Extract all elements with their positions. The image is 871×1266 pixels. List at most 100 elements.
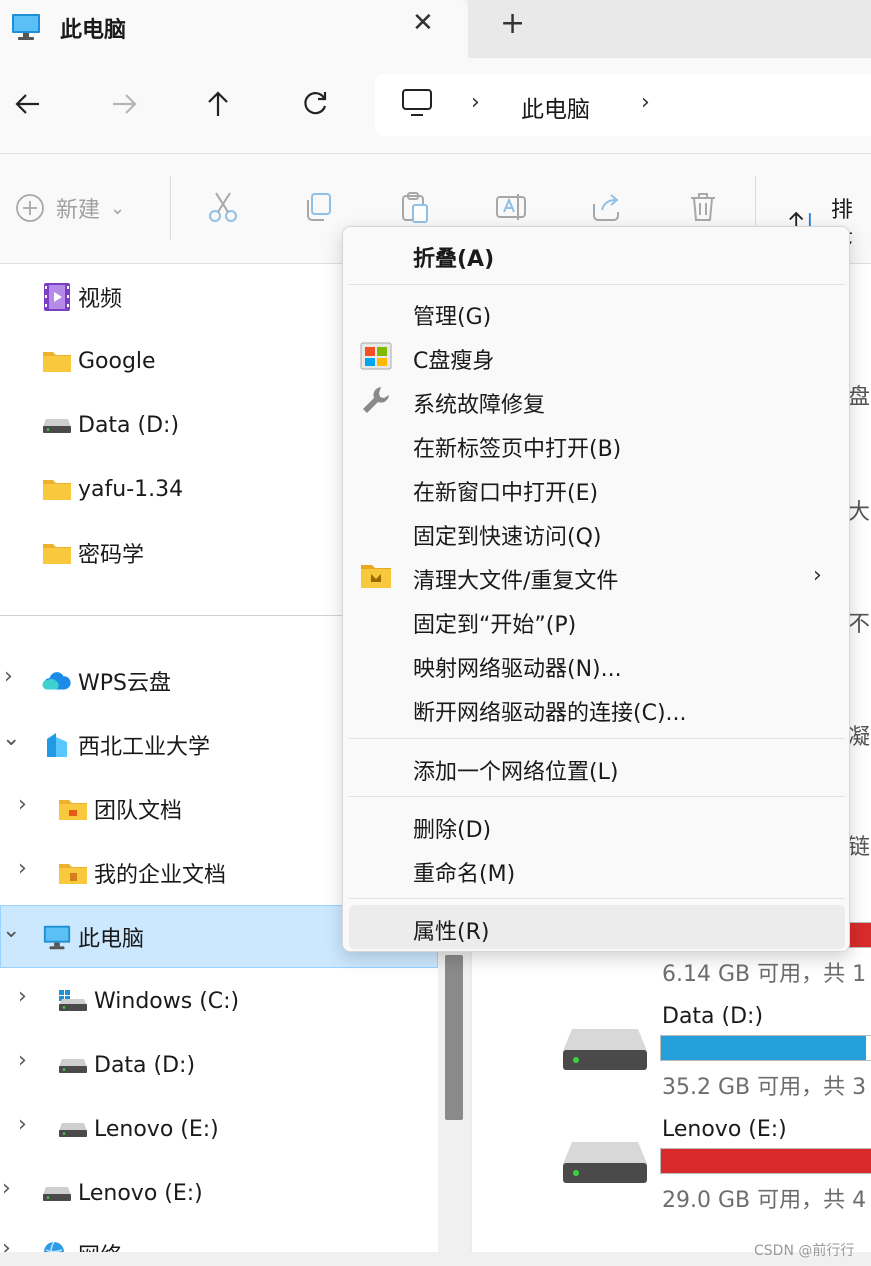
nav-item-label: Data (D:) — [78, 412, 180, 438]
folder-icon — [42, 474, 72, 504]
hidden-text-fragment: 凝 — [848, 725, 871, 750]
drive-icon — [58, 1050, 88, 1080]
org-icon — [42, 730, 72, 760]
hidden-text-fragment: 链 — [848, 835, 871, 860]
expand-chevron-icon[interactable]: › — [18, 856, 27, 881]
hidden-text-fragment: 不 — [848, 612, 871, 637]
drive-name-e[interactable]: Lenovo (E:) — [662, 1117, 787, 1142]
nav-item-label: 西北工业大学 — [78, 735, 211, 760]
expand-chevron-icon[interactable]: › — [2, 1176, 11, 1201]
drive-free-space-c: 6.14 GB 可用，共 1 — [662, 962, 867, 987]
collapse-chevron-icon[interactable]: ⌄ — [2, 726, 20, 751]
nav-item-data-d-tree[interactable]: Data (D:) — [58, 1045, 195, 1085]
nav-item-yafu[interactable]: yafu-1.34 — [42, 469, 183, 509]
cleanup-folder-icon — [361, 565, 391, 588]
cut-icon[interactable] — [206, 190, 240, 224]
pc-icon — [10, 12, 42, 46]
refresh-icon — [304, 92, 327, 115]
menu-item-manage[interactable]: 管理(G) — [413, 299, 491, 331]
new-label: 新建 — [56, 198, 101, 223]
toolbar-divider — [170, 176, 171, 240]
wrench-icon — [363, 387, 389, 413]
arrow-right-icon — [113, 94, 137, 114]
menu-item-c-drive-slim[interactable]: C盘瘦身 — [413, 343, 494, 375]
nav-item-data-d[interactable]: Data (D:) — [42, 405, 179, 445]
nav-item-label: Lenovo (E:) — [94, 1116, 219, 1142]
menu-item-add-network-location[interactable]: 添加一个网络位置(L) — [413, 754, 618, 786]
nav-item-google[interactable]: Google — [42, 341, 156, 381]
nav-item-nwpu[interactable]: 西北工业大学 — [42, 725, 210, 765]
share-icon[interactable] — [590, 190, 624, 224]
menu-item-clean-large-files[interactable]: 清理大文件/重复文件 — [413, 563, 618, 595]
hard-drive-icon[interactable] — [562, 1026, 648, 1072]
windows-drive-icon — [58, 986, 88, 1016]
nav-item-videos[interactable]: 视频 — [42, 277, 122, 317]
expand-chevron-icon[interactable]: › — [18, 792, 27, 817]
paste-icon[interactable] — [398, 190, 432, 224]
nav-item-label: 密码学 — [78, 543, 145, 568]
plus-circle-icon — [16, 194, 44, 222]
drive-icon — [58, 1114, 88, 1144]
menu-item-map-network-drive[interactable]: 映射网络驱动器(N)... — [413, 651, 622, 683]
drive-usage-fill — [661, 1036, 867, 1060]
folder-icon — [42, 538, 72, 568]
nav-item-windows-c[interactable]: Windows (C:) — [58, 981, 239, 1021]
nav-item-network[interactable]: 网络 — [42, 1234, 122, 1252]
expand-chevron-icon[interactable]: › — [18, 1048, 27, 1073]
menu-item-delete[interactable]: 删除(D) — [413, 812, 491, 844]
menu-item-open-new-tab[interactable]: 在新标签页中打开(B) — [413, 431, 621, 463]
nav-item-lenovo-e-tree[interactable]: Lenovo (E:) — [58, 1109, 219, 1149]
hard-drive-icon[interactable] — [562, 1139, 648, 1185]
nav-item-cryptography[interactable]: 密码学 — [42, 533, 144, 573]
monitor-icon — [401, 88, 433, 122]
refresh-button[interactable] — [297, 86, 333, 122]
menu-item-disconnect-network-drive[interactable]: 断开网络驱动器的连接(C)... — [413, 695, 687, 727]
menu-item-collapse[interactable]: 折叠(A) — [413, 241, 494, 273]
menu-item-properties[interactable]: 属性(R) — [413, 914, 489, 946]
back-button[interactable] — [10, 86, 46, 122]
new-button[interactable]: 新建 ⌄ — [14, 192, 125, 224]
hidden-text-fragment: 盘 — [848, 385, 871, 410]
nav-item-label: 团队文档 — [94, 799, 183, 824]
copy-icon[interactable] — [302, 190, 336, 224]
address-bar[interactable]: › 此电脑 › — [375, 74, 871, 136]
title-bar: 此电脑 ✕ + — [0, 0, 871, 58]
collapse-chevron-icon[interactable]: ⌄ — [2, 918, 20, 943]
rename-icon[interactable] — [494, 190, 528, 224]
drive-icon — [42, 1178, 72, 1208]
menu-item-pin-quick-access[interactable]: 固定到快速访问(Q) — [413, 519, 601, 551]
menu-separator — [349, 796, 845, 797]
expand-chevron-icon[interactable]: › — [18, 1112, 27, 1137]
menu-item-open-new-window[interactable]: 在新窗口中打开(E) — [413, 475, 598, 507]
menu-item-rename[interactable]: 重命名(M) — [413, 856, 515, 888]
new-tab-button[interactable]: + — [500, 6, 525, 41]
up-button[interactable] — [200, 86, 236, 122]
menu-item-pin-start[interactable]: 固定到“开始”(P) — [413, 607, 576, 639]
nav-item-label: Windows (C:) — [94, 988, 240, 1014]
breadcrumb-chevron[interactable]: › — [471, 90, 480, 115]
nav-item-label: 视频 — [78, 287, 123, 312]
menu-separator — [349, 284, 845, 285]
nav-item-enterprise-docs[interactable]: 我的企业文档 — [58, 853, 226, 893]
nav-item-lenovo-e[interactable]: Lenovo (E:) — [42, 1173, 203, 1213]
team-folder-icon — [58, 794, 88, 824]
expand-chevron-icon[interactable]: › — [4, 664, 13, 689]
scrollbar-thumb[interactable] — [445, 955, 463, 1120]
breadcrumb-this-pc[interactable]: 此电脑 — [521, 90, 590, 124]
breadcrumb-chevron[interactable]: › — [641, 90, 650, 115]
drive-name-d[interactable]: Data (D:) — [662, 1004, 763, 1029]
watermark: CSDN @前行行 — [754, 1243, 855, 1259]
forward-button[interactable] — [106, 86, 142, 122]
delete-icon[interactable] — [686, 190, 720, 224]
tab-this-pc[interactable]: 此电脑 ✕ — [0, 0, 468, 58]
nav-item-this-pc[interactable]: 此电脑 — [42, 917, 144, 957]
expand-chevron-icon[interactable]: › — [18, 984, 27, 1009]
nav-item-team-docs[interactable]: 团队文档 — [58, 789, 182, 829]
menu-item-system-repair[interactable]: 系统故障修复 — [413, 387, 545, 419]
navigation-bar: › 此电脑 › — [0, 58, 871, 154]
nav-item-label: Google — [78, 348, 156, 374]
nav-item-wps-cloud[interactable]: WPS云盘 — [42, 661, 171, 701]
expand-chevron-icon[interactable]: › — [2, 1236, 11, 1252]
drive-usage-bar-e — [660, 1148, 871, 1174]
close-icon[interactable]: ✕ — [412, 8, 434, 38]
